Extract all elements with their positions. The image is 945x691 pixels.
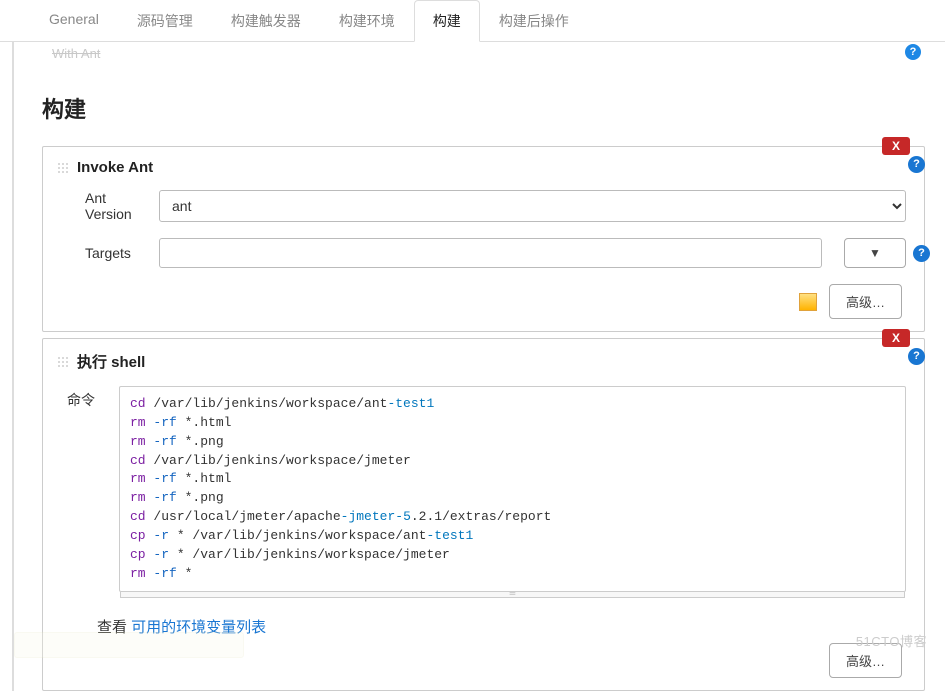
remove-step-button[interactable]: X [882,137,910,155]
build-step-invoke-ant: X Invoke Ant Ant Version ant Targets ▼ ?… [42,146,925,332]
shell-command-editor[interactable]: cd /var/lib/jenkins/workspace/ant-test1r… [119,386,906,592]
step-title: 执行 shell [77,351,145,372]
note-icon [799,293,817,311]
remove-step-button[interactable]: X [882,329,910,347]
tab-general[interactable]: General [30,0,118,41]
drag-handle-icon[interactable] [57,356,69,368]
watermark: 51CTO博客 [856,631,927,650]
targets-input[interactable] [159,238,822,268]
resize-grip[interactable]: ═ [120,592,905,598]
section-title-build: 构建 [42,92,925,124]
tab-post-build[interactable]: 构建后操作 [480,0,588,41]
targets-label: Targets [57,245,147,261]
previous-step-cutoff: With Ant ? [42,42,925,64]
content: With Ant ? 构建 X Invoke Ant Ant Version a… [12,42,945,691]
help-icon[interactable]: ? [905,44,921,60]
ant-version-select[interactable]: ant [159,190,906,222]
ant-version-label: Ant Version [57,190,147,222]
tab-scm[interactable]: 源码管理 [118,0,212,41]
command-label: 命令 [57,386,107,410]
help-icon[interactable]: ? [913,245,930,262]
help-icon[interactable]: ? [908,348,925,365]
advanced-button[interactable]: 高级… [829,284,902,319]
tab-build-env[interactable]: 构建环境 [320,0,414,41]
step-title: Invoke Ant [77,159,153,176]
help-icon[interactable]: ? [908,156,925,173]
expand-targets-button[interactable]: ▼ [844,238,906,268]
toast-blur [14,632,244,658]
drag-handle-icon[interactable] [57,162,69,174]
tab-build[interactable]: 构建 [414,0,480,42]
tab-triggers[interactable]: 构建触发器 [212,0,320,41]
config-tabs: General 源码管理 构建触发器 构建环境 构建 构建后操作 [0,0,945,42]
